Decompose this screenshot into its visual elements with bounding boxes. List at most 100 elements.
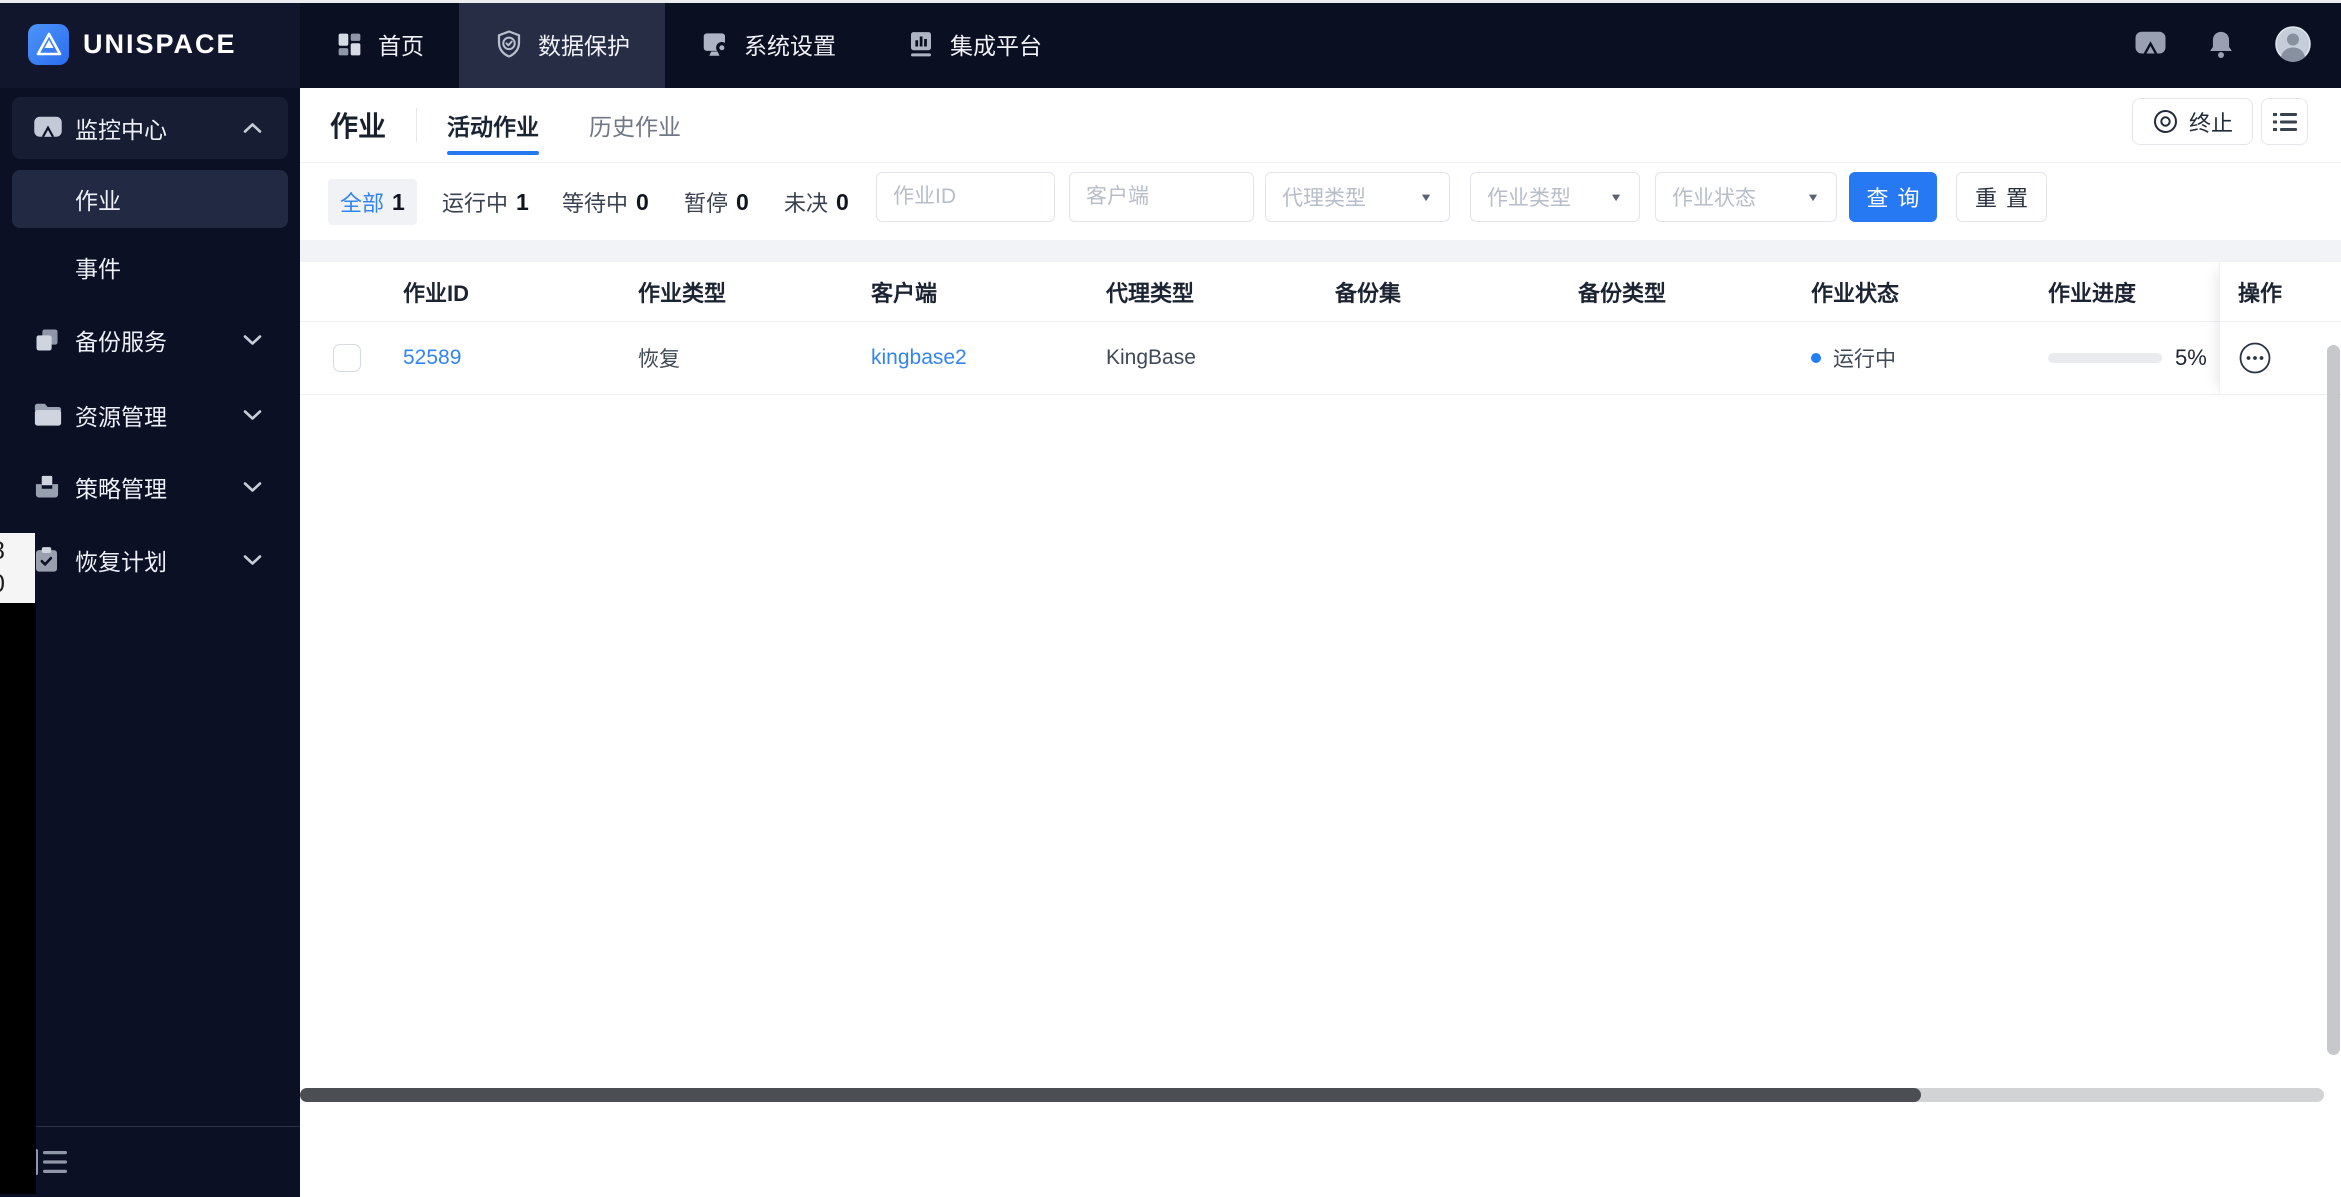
col-header-job-status: 作业状态 (1811, 280, 1900, 306)
integration-platform-icon (911, 32, 931, 57)
sidebar-group-policy-management[interactable]: 策略管理 (12, 456, 288, 518)
archive-save-icon (35, 475, 59, 498)
nav-item-home[interactable]: 首页 (300, 0, 459, 88)
terminate-button[interactable]: 终止 (2132, 98, 2253, 145)
filter-chip-waiting[interactable]: 等待中 0 (550, 179, 661, 225)
notification-bell-icon[interactable] (2207, 29, 2235, 59)
horizontal-scrollbar-thumb[interactable] (300, 1088, 1921, 1102)
sidebar-item-events[interactable]: 事件 (12, 238, 288, 296)
sidebar-collapse-button[interactable] (34, 1146, 68, 1178)
reset-button[interactable]: 重置 (1956, 172, 2047, 222)
sidebar-group-label: 监控中心 (75, 117, 167, 143)
monitor-cast-icon (34, 116, 62, 137)
cell-operation (2220, 322, 2341, 395)
progress-percent-label: 5% (2175, 345, 2207, 370)
caret-down-icon: ▼ (1609, 190, 1623, 204)
top-navigation-bar: UNISPACE 首页 数据保护 系统设置 集成平台 (0, 0, 2341, 88)
tab-label: 历史作业 (589, 114, 682, 140)
sidebar-item-jobs[interactable]: 作业 (12, 170, 288, 228)
user-avatar[interactable] (2275, 26, 2311, 62)
column-settings-button[interactable] (2261, 98, 2308, 145)
col-header-client: 客户端 (871, 280, 938, 306)
sidebar-item-label: 作业 (75, 188, 121, 214)
select-placeholder: 作业类型 (1487, 187, 1571, 210)
table-row[interactable]: 52589 恢复 kingbase2 KingBase 运行中 5% (300, 322, 2341, 395)
horizontal-scrollbar-track[interactable] (300, 1088, 2324, 1102)
cell-job-id: 52589 (403, 322, 461, 394)
clipped-badge-line: 0 (0, 568, 35, 601)
sidebar-group-resource-management[interactable]: 资源管理 (12, 384, 288, 446)
unispace-logo-icon (28, 23, 69, 65)
client-input[interactable] (1069, 172, 1254, 222)
nav-label: 集成平台 (950, 33, 1042, 59)
sidebar-group-recovery-plan[interactable]: 恢复计划 (12, 529, 288, 591)
chevron-down-icon (243, 482, 262, 492)
col-header-job-progress: 作业进度 (2048, 280, 2137, 306)
tab-label: 活动作业 (447, 114, 540, 140)
nav-item-system-settings[interactable]: 系统设置 (665, 0, 871, 88)
tab-history-jobs[interactable]: 历史作业 (589, 88, 681, 163)
col-header-backup-type: 备份类型 (1578, 280, 1667, 306)
chip-count: 0 (736, 188, 749, 215)
system-settings-icon (703, 33, 728, 56)
nav-item-integration-platform[interactable]: 集成平台 (871, 0, 1077, 88)
cell-job-type: 恢复 (638, 348, 680, 371)
nav-item-data-protection[interactable]: 数据保护 (459, 0, 665, 88)
menu-fold-icon (35, 1149, 67, 1175)
sidebar-item-label: 事件 (75, 256, 121, 282)
app-window: UNISPACE 首页 数据保护 系统设置 集成平台 监控中心 作业 事件 备份… (0, 0, 2341, 1197)
title-divider (416, 108, 418, 142)
terminate-record-icon (2153, 110, 2177, 133)
sidebar-group-monitoring-center[interactable]: 监控中心 (12, 97, 288, 159)
filter-chip-running[interactable]: 运行中 1 (430, 179, 541, 225)
query-button[interactable]: 查询 (1849, 172, 1937, 222)
caret-down-icon: ▼ (1419, 190, 1433, 204)
col-header-job-id: 作业ID (403, 280, 470, 306)
job-id-input[interactable] (876, 172, 1055, 222)
select-placeholder: 作业状态 (1672, 187, 1756, 210)
folder-icon (34, 403, 62, 426)
sidebar-group-backup-service[interactable]: 备份服务 (12, 309, 288, 371)
chip-count: 1 (516, 188, 529, 215)
select-placeholder: 代理类型 (1282, 187, 1366, 210)
vertical-scrollbar-thumb[interactable] (2327, 345, 2340, 1055)
chip-label: 未决 (784, 191, 829, 216)
brand-name: UNISPACE (83, 28, 237, 59)
job-type-select[interactable]: 作业类型 ▼ (1470, 172, 1640, 222)
job-status-select[interactable]: 作业状态 ▼ (1655, 172, 1837, 222)
terminate-button-label: 终止 (2188, 110, 2233, 136)
reset-button-label: 重置 (1974, 186, 2037, 211)
filter-toolbar: 全部 1 运行中 1 等待中 0 暂停 0 未决 0 代理类型 (300, 163, 2341, 240)
jobs-table: 作业ID 作业类型 客户端 代理类型 备份集 备份类型 作业状态 作业进度 52… (300, 262, 2341, 395)
sidebar-navigation: 监控中心 作业 事件 备份服务 资源管理 策略管理 恢复计划 (0, 88, 300, 1197)
message-cast-icon[interactable] (2134, 29, 2167, 59)
sidebar-footer-divider (36, 1126, 300, 1127)
chevron-up-icon (243, 123, 262, 133)
row-checkbox[interactable] (333, 344, 361, 372)
cell-client: kingbase2 (871, 322, 967, 394)
job-id-link[interactable]: 52589 (403, 346, 461, 370)
topbar-actions (2134, 0, 2311, 88)
nav-label: 系统设置 (744, 33, 836, 59)
col-header-job-type: 作业类型 (638, 280, 727, 306)
fixed-operation-column: 操作 (2219, 262, 2341, 395)
status-text: 运行中 (1833, 348, 1896, 371)
client-link[interactable]: kingbase2 (871, 346, 967, 370)
filter-chip-all[interactable]: 全部 1 (328, 179, 417, 225)
cell-job-status: 运行中 (1811, 322, 1896, 394)
nav-label: 首页 (378, 33, 424, 59)
sidebar-group-label: 资源管理 (75, 404, 167, 430)
more-actions-icon[interactable] (2238, 341, 2272, 375)
tab-active-jobs[interactable]: 活动作业 (447, 88, 540, 163)
filter-chip-pending[interactable]: 未决 0 (772, 179, 861, 225)
filter-chip-paused[interactable]: 暂停 0 (672, 179, 761, 225)
page-title: 作业 (330, 111, 387, 142)
agent-type-select[interactable]: 代理类型 ▼ (1265, 172, 1450, 222)
col-header-operation: 操作 (2220, 262, 2341, 322)
main-content: 作业 活动作业 历史作业 终止 全部 1 运行中 1 等待中 0 暂停 0 未决… (300, 88, 2341, 1197)
chevron-down-icon (243, 555, 262, 565)
list-settings-icon (2272, 112, 2297, 131)
sidebar-group-label: 备份服务 (75, 329, 167, 355)
primary-nav: 首页 数据保护 系统设置 集成平台 (300, 0, 1077, 88)
chip-label: 等待中 (562, 191, 629, 216)
